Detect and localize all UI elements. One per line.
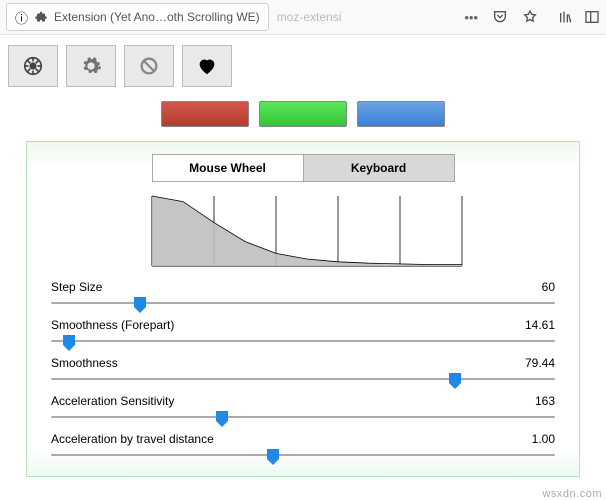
- color-tile-green[interactable]: [259, 101, 347, 127]
- sidebar-icon[interactable]: [584, 9, 600, 25]
- slider-row: Step Size 60: [49, 280, 557, 312]
- slider-value: 14.61: [525, 318, 555, 332]
- slider-row: Smoothness 79.44: [49, 356, 557, 388]
- slider-list: Step Size 60 Smoothness (Forepart) 14.61…: [49, 280, 557, 464]
- slider-row: Acceleration Sensitivity 163: [49, 394, 557, 426]
- slider-track[interactable]: [49, 332, 557, 350]
- wheel-mode-button[interactable]: [8, 45, 58, 87]
- tab-mouse-wheel[interactable]: Mouse Wheel: [152, 154, 304, 182]
- puzzle-icon: [34, 10, 48, 24]
- heart-mode-button[interactable]: [182, 45, 232, 87]
- slider-track[interactable]: [49, 446, 557, 464]
- slider-thumb[interactable]: [215, 410, 229, 428]
- slider-track[interactable]: [49, 408, 557, 426]
- mode-toolbar: [8, 45, 598, 87]
- color-tile-red[interactable]: [161, 101, 249, 127]
- url-hint[interactable]: moz-extensi: [277, 10, 465, 24]
- slider-track[interactable]: [49, 370, 557, 388]
- info-icon[interactable]: ⓘ: [15, 8, 28, 27]
- slider-thumb[interactable]: [133, 296, 147, 314]
- library-icon[interactable]: [558, 9, 574, 25]
- gear-mode-button[interactable]: [66, 45, 116, 87]
- slider-thumb[interactable]: [448, 372, 462, 390]
- slider-row: Acceleration by travel distance 1.00: [49, 432, 557, 464]
- slider-value: 1.00: [532, 432, 555, 446]
- tab-strip: Mouse Wheel Keyboard: [49, 154, 557, 182]
- slider-label: Smoothness (Forepart): [51, 318, 174, 332]
- tab-title: Extension (Yet Ano…oth Scrolling WE): [54, 10, 260, 24]
- watermark: wsxdn.com: [542, 488, 602, 500]
- slider-value: 163: [535, 394, 555, 408]
- tab-keyboard[interactable]: Keyboard: [304, 154, 455, 182]
- slider-value: 79.44: [525, 356, 555, 370]
- browser-chrome: ⓘ Extension (Yet Ano…oth Scrolling WE) m…: [0, 0, 606, 35]
- slider-thumb[interactable]: [266, 448, 280, 466]
- slider-track[interactable]: [49, 294, 557, 312]
- address-bar[interactable]: ⓘ Extension (Yet Ano…oth Scrolling WE): [6, 3, 269, 31]
- slider-label: Step Size: [51, 280, 102, 294]
- color-tiles: [8, 101, 598, 127]
- color-tile-blue[interactable]: [357, 101, 445, 127]
- address-actions: •••: [464, 9, 544, 25]
- settings-panel: Mouse Wheel Keyboard Step Size 60 Smooth…: [26, 141, 580, 477]
- toolbar-right: [558, 9, 600, 25]
- slider-label: Smoothness: [51, 356, 118, 370]
- more-icon[interactable]: •••: [464, 10, 478, 25]
- slider-value: 60: [542, 280, 555, 294]
- bookmark-star-icon[interactable]: [522, 9, 538, 25]
- forbidden-mode-button[interactable]: [124, 45, 174, 87]
- slider-label: Acceleration Sensitivity: [51, 394, 174, 408]
- slider-row: Smoothness (Forepart) 14.61: [49, 318, 557, 350]
- curve-chart: [49, 192, 557, 274]
- pocket-icon[interactable]: [492, 9, 508, 25]
- slider-label: Acceleration by travel distance: [51, 432, 214, 446]
- slider-thumb[interactable]: [62, 334, 76, 352]
